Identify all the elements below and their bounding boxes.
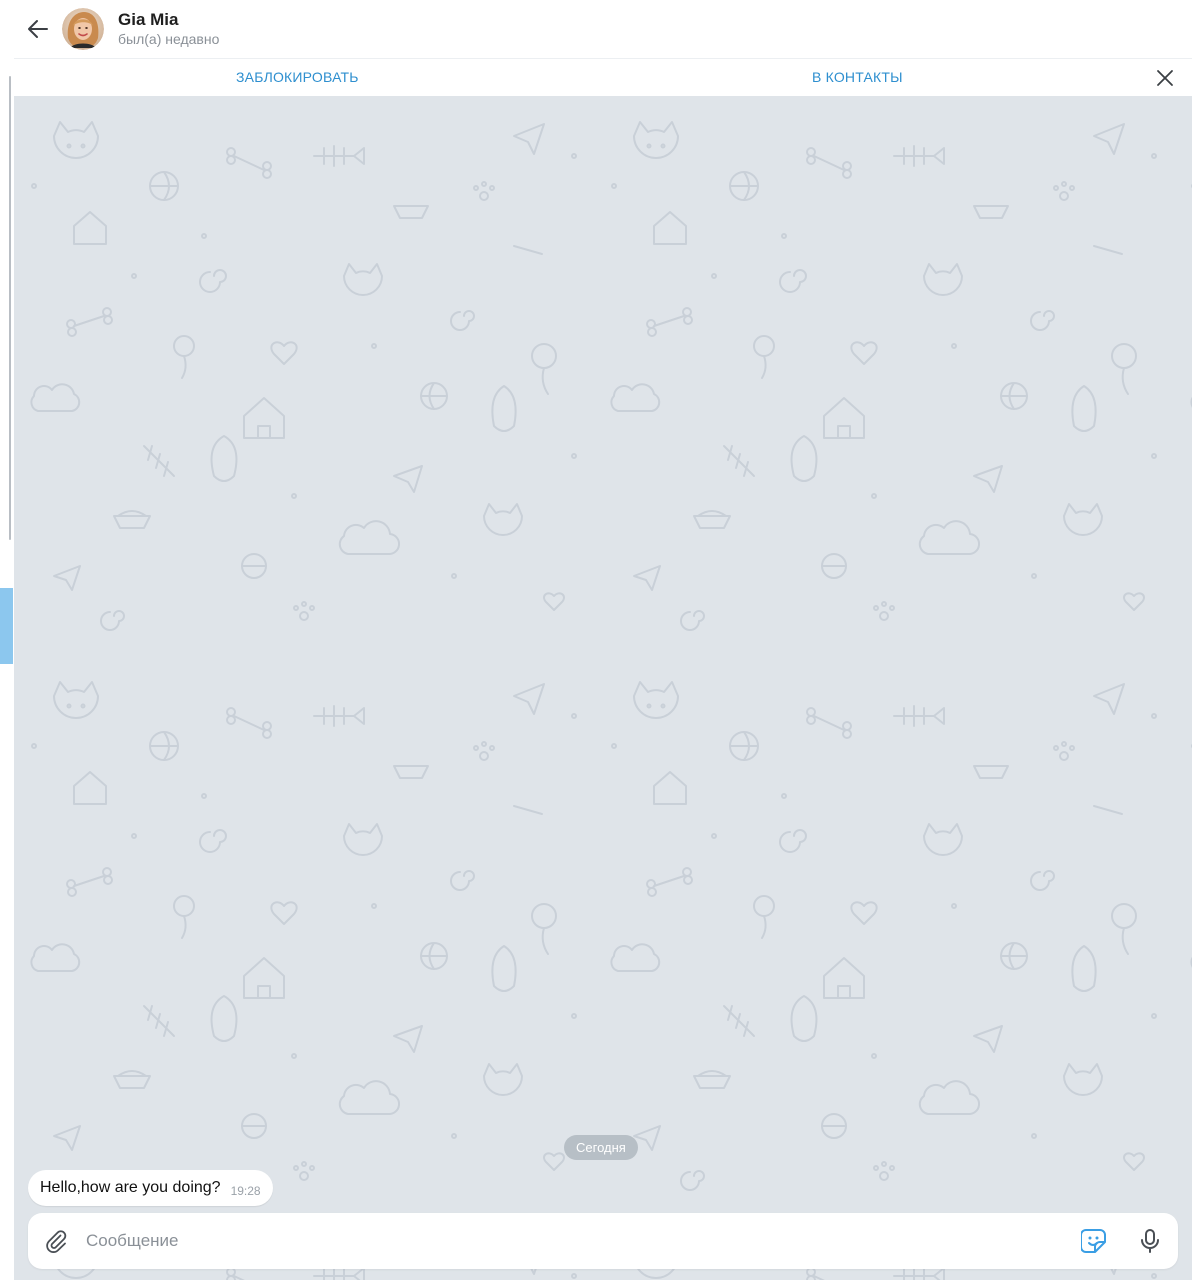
- peer-name: Gia Mia: [118, 10, 179, 29]
- chat-area[interactable]: Сегодня Hello,how are you doing? 19:28: [14, 96, 1192, 1280]
- chat-header: Gia Mia был(а) недавно: [14, 0, 1192, 59]
- doodle-pattern-background: [14, 96, 1192, 1280]
- incoming-message-bubble[interactable]: Hello,how are you doing? 19:28: [28, 1170, 273, 1206]
- avatar-photo-icon: [62, 8, 104, 50]
- add-to-contacts-button[interactable]: В КОНТАКТЫ: [812, 59, 903, 96]
- message-composer: [28, 1213, 1178, 1269]
- block-user-button[interactable]: ЗАБЛОКИРОВАТЬ: [236, 59, 359, 96]
- microphone-icon: [1141, 1229, 1159, 1253]
- peer-info[interactable]: Gia Mia был(а) недавно: [118, 10, 219, 48]
- close-icon: [1157, 70, 1173, 86]
- attach-button[interactable]: [28, 1213, 84, 1269]
- paperclip-icon: [46, 1230, 67, 1253]
- avatar[interactable]: [62, 8, 104, 50]
- message-text: Hello,how are you doing?: [40, 1179, 221, 1196]
- sticker-icon: [1081, 1229, 1106, 1253]
- message-time: 19:28: [230, 1184, 261, 1198]
- message-input[interactable]: [84, 1220, 1066, 1262]
- voice-message-button[interactable]: [1122, 1213, 1178, 1269]
- scrollbar-thumb[interactable]: [9, 76, 11, 540]
- sticker-button[interactable]: [1066, 1213, 1122, 1269]
- date-separator: Сегодня: [564, 1135, 638, 1160]
- telegram-chat-window: Gia Mia был(а) недавно ЗАБЛОКИРОВАТЬ В К…: [0, 0, 1192, 1280]
- chat-list-edge: [0, 0, 14, 1280]
- selected-chat-indicator: [0, 588, 13, 664]
- back-button[interactable]: [14, 0, 62, 58]
- action-bar: ЗАБЛОКИРОВАТЬ В КОНТАКТЫ: [14, 59, 1192, 96]
- peer-status: был(а) недавно: [118, 31, 220, 47]
- close-action-bar-button[interactable]: [1152, 65, 1178, 91]
- arrow-left-icon: [28, 20, 48, 38]
